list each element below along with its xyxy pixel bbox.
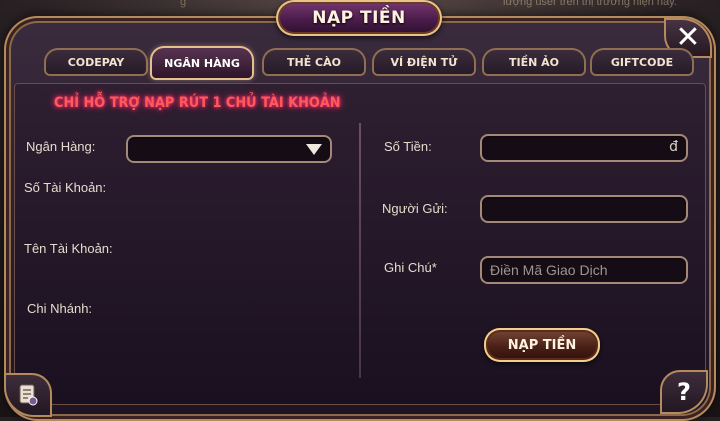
bank-select[interactable] <box>126 135 332 163</box>
note-label: Ghi Chú* <box>384 260 437 275</box>
background-text-left: g <box>180 0 187 8</box>
tab-bar: CODEPAY NGÂN HÀNG THẺ CÀO VÍ ĐIỆN TỬ TIỀ… <box>44 46 694 80</box>
dialog-title-badge: NẠP TIỀN <box>276 0 442 36</box>
bank-label: Ngân Hàng: <box>26 139 96 154</box>
notice-text: CHỈ HỖ TRỢ NẠP RÚT 1 CHỦ TÀI KHOẢN <box>54 95 341 111</box>
tab-codepay[interactable]: CODEPAY <box>44 48 148 76</box>
note-input[interactable]: Điền Mã Giao Dịch <box>480 256 688 284</box>
tab-vi-dien-tu[interactable]: VÍ ĐIỆN TỬ <box>372 48 476 76</box>
tab-giftcode[interactable]: GIFTCODE <box>590 48 694 76</box>
tab-the-cao[interactable]: THẺ CÀO <box>262 48 366 76</box>
account-name-label: Tên Tài Khoản: <box>24 241 113 256</box>
submit-deposit-button[interactable]: NẠP TIỀN <box>484 328 600 362</box>
note-placeholder: Điền Mã Giao Dịch <box>490 262 608 278</box>
dialog-title: NẠP TIỀN <box>312 8 406 28</box>
column-divider <box>359 123 361 378</box>
sender-label: Người Gửi: <box>382 201 448 216</box>
amount-input[interactable]: đ <box>480 134 688 162</box>
background-text: lượng user trên thị trường hiện nay. <box>503 0 677 8</box>
tab-tien-ao[interactable]: TIỀN ẢO <box>482 48 586 76</box>
document-icon <box>19 384 38 406</box>
help-icon: ? <box>677 378 691 406</box>
sender-input[interactable] <box>480 195 688 223</box>
history-button[interactable] <box>4 373 52 417</box>
amount-label: Số Tiền: <box>384 139 432 154</box>
dropdown-arrow-icon <box>306 144 322 155</box>
branch-label: Chi Nhánh: <box>27 301 93 316</box>
currency-suffix: đ <box>669 139 678 155</box>
account-number-label: Số Tài Khoản: <box>24 180 107 195</box>
tab-ngan-hang[interactable]: NGÂN HÀNG <box>150 46 254 80</box>
